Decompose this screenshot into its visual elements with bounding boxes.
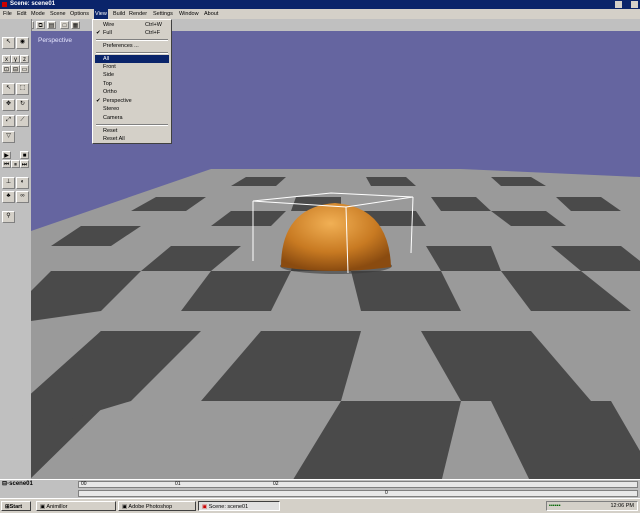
menu-bar: File Edit Mode Scene Options View Build … xyxy=(0,9,640,19)
menu-separator xyxy=(96,124,168,126)
menu-separator xyxy=(96,39,168,41)
menu-item-all[interactable]: All xyxy=(95,55,169,63)
menu-item-stereo[interactable]: Stereo xyxy=(95,105,169,113)
timeline-tick: 01 xyxy=(175,481,181,487)
knife-icon[interactable]: ⊥ xyxy=(2,177,15,189)
menu-view[interactable]: View xyxy=(94,9,108,19)
viewport-label: Perspective xyxy=(38,37,72,44)
rotate-icon[interactable]: ↻ xyxy=(16,99,29,111)
menu-item-preferences[interactable]: Preferences ... xyxy=(95,42,169,50)
tray-icons[interactable]: ▪▪▪▪▪▪ xyxy=(549,503,561,509)
axis-y-icon[interactable]: y xyxy=(11,55,20,63)
task-scene[interactable]: ▣ Scene: scene01 xyxy=(198,501,280,511)
checkmark-icon: ✔ xyxy=(96,98,101,104)
menu-item-full[interactable]: ✔ Full Ctrl+F xyxy=(95,29,169,37)
frame-value: 0 xyxy=(385,490,388,496)
menu-mode[interactable]: Mode xyxy=(30,9,46,19)
axis-z-icon[interactable]: z xyxy=(20,55,29,63)
menu-window[interactable]: Window xyxy=(178,9,200,19)
menu-edit[interactable]: Edit xyxy=(16,9,27,19)
system-tray: ▪▪▪▪▪▪ 12:06 PM xyxy=(546,501,638,511)
menu-about[interactable]: About xyxy=(203,9,219,19)
move-icon[interactable]: ✥ xyxy=(2,99,15,111)
shirt-icon[interactable]: ♣ xyxy=(2,191,15,203)
menu-item-camera[interactable]: Camera xyxy=(95,114,169,122)
menu-options[interactable]: Options xyxy=(69,9,90,19)
window-title: Scene: scene01 xyxy=(10,1,56,7)
marquee-icon[interactable]: ⬚ xyxy=(16,83,29,95)
menu-item-reset[interactable]: Reset xyxy=(95,127,169,135)
timeline-tick: 00 xyxy=(81,481,87,487)
task-animillor[interactable]: ▣ Animillor xyxy=(36,501,116,511)
app-icon xyxy=(2,2,7,7)
loop-icon[interactable]: ∞ xyxy=(16,191,29,203)
timeline-bar: ⊟▫scene01 00 01 02 0 xyxy=(0,479,640,499)
menu-render[interactable]: Render xyxy=(128,9,148,19)
menu-separator xyxy=(96,52,168,54)
close-button[interactable] xyxy=(631,1,638,8)
scene-indicator: ⊟▫scene01 xyxy=(2,481,33,487)
paste-icon[interactable]: ▤ xyxy=(47,21,56,29)
timeline-ruler[interactable]: 00 01 02 xyxy=(78,481,638,488)
menu-build[interactable]: Build xyxy=(112,9,126,19)
title-bar: Scene: scene01 xyxy=(0,0,640,9)
view-mode-icon[interactable]: ⊡ xyxy=(2,65,11,73)
menu-settings[interactable]: Settings xyxy=(152,9,174,19)
clock: 12:06 PM xyxy=(610,503,634,509)
pointer-icon[interactable]: ↖ xyxy=(2,83,15,95)
view-mode-icon[interactable]: ⊟ xyxy=(11,65,20,73)
pause-icon[interactable]: ⏸ xyxy=(11,160,20,168)
menu-item-perspective[interactable]: ✔ Perspective xyxy=(95,97,169,105)
play-icon[interactable]: ▶ xyxy=(2,151,11,159)
view-menu-dropdown: Wire Ctrl+W ✔ Full Ctrl+F Preferences ... … xyxy=(92,19,172,144)
menu-item-ortho[interactable]: Ortho xyxy=(95,88,169,96)
start-button[interactable]: ⊞Start xyxy=(1,501,31,511)
select-arrow-icon[interactable]: ↖ xyxy=(2,37,15,49)
app-icon: ▣ xyxy=(202,504,209,510)
task-photoshop[interactable]: ▣ Adobe Photoshop xyxy=(118,501,196,511)
taskbar: ⊞Start ▣ Animillor ▣ Adobe Photoshop ▣ S… xyxy=(0,498,640,513)
left-toolbar: ↖ ◉ x y z ⊡ ⊟ ▭ ↖ ⬚ ✥ ↻ ⤢ ⟋ ▽ ▶ ■ ⏮ ⏸ ⏭ … xyxy=(0,19,32,483)
frame-icon[interactable]: □ xyxy=(60,21,69,29)
menu-scene[interactable]: Scene xyxy=(49,9,67,19)
checkmark-icon: ✔ xyxy=(96,30,101,36)
menu-item-side[interactable]: Side xyxy=(95,71,169,79)
sphere-icon[interactable]: ◐ xyxy=(16,177,29,189)
menu-file[interactable]: File xyxy=(2,9,13,19)
menu-item-front[interactable]: Front xyxy=(95,63,169,71)
axis-x-icon[interactable]: x xyxy=(2,55,11,63)
view-mode-icon[interactable]: ▭ xyxy=(20,65,29,73)
wrench-icon[interactable]: ⚲ xyxy=(2,211,15,223)
minimize-button[interactable] xyxy=(615,1,622,8)
funnel-icon[interactable]: ▽ xyxy=(2,131,15,143)
rewind-icon[interactable]: ⏮ xyxy=(2,160,11,168)
timeline-tick: 02 xyxy=(273,481,279,487)
menu-item-reset-all[interactable]: Reset All xyxy=(95,135,169,143)
grid-icon[interactable]: ▦ xyxy=(71,21,80,29)
forward-icon[interactable]: ⏭ xyxy=(20,160,29,168)
eye-icon[interactable]: ◉ xyxy=(16,37,29,49)
scale-icon[interactable]: ⤢ xyxy=(2,115,15,127)
menu-item-wire[interactable]: Wire Ctrl+W xyxy=(95,21,169,29)
copy-icon[interactable]: ⧉ xyxy=(36,21,45,29)
frame-slider[interactable]: 0 xyxy=(78,490,638,497)
stop-icon[interactable]: ■ xyxy=(20,151,29,159)
pen-icon[interactable]: ⟋ xyxy=(16,115,29,127)
menu-item-top[interactable]: Top xyxy=(95,80,169,88)
